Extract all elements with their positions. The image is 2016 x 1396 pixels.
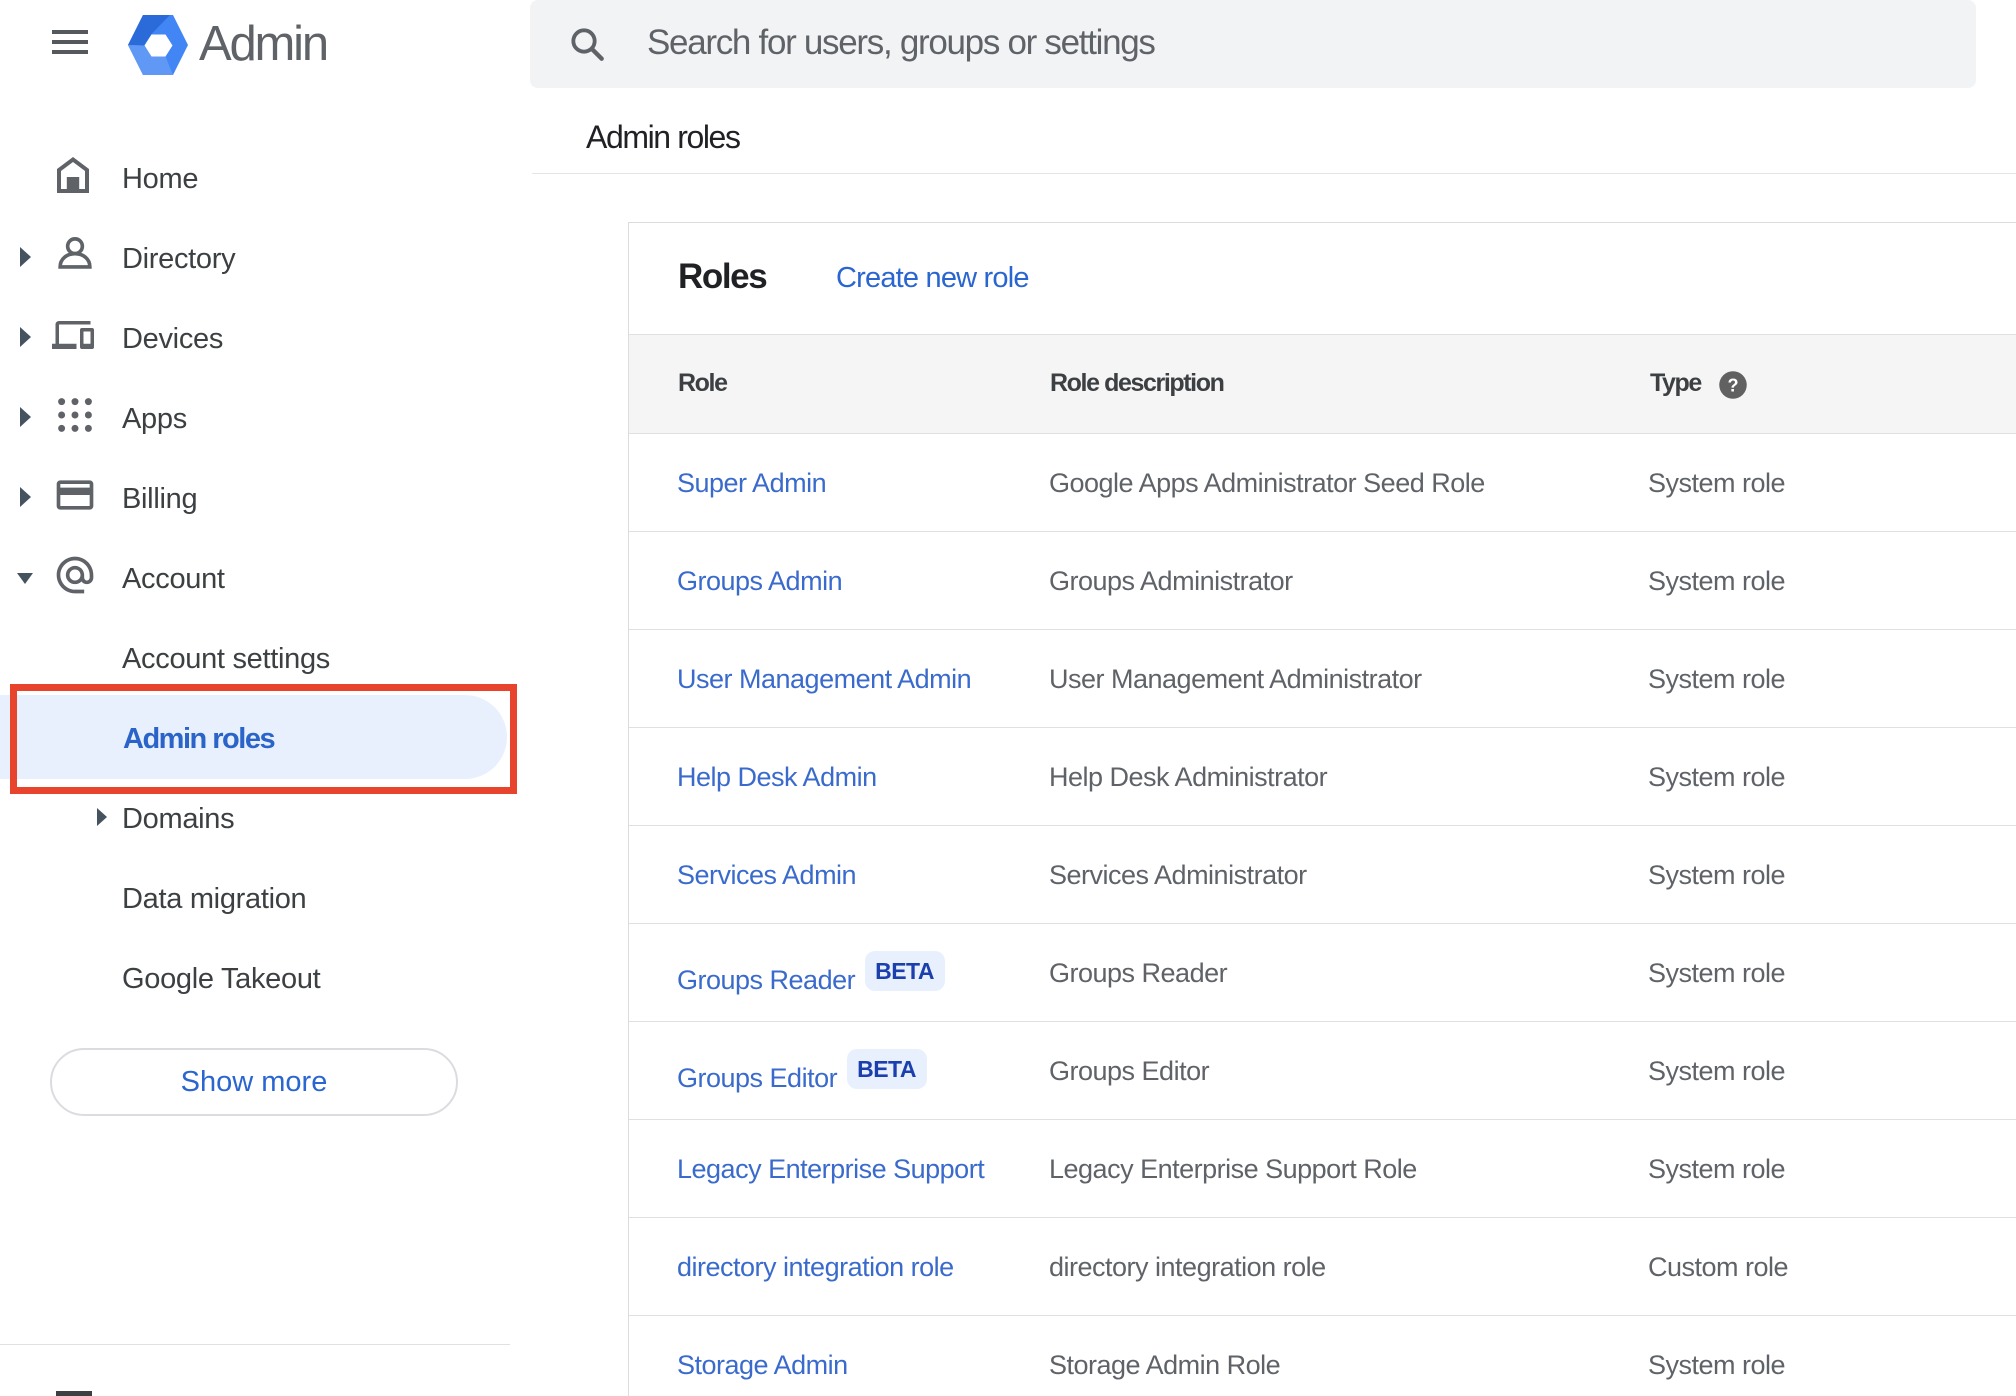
svg-text:?: ? — [1727, 376, 1738, 396]
